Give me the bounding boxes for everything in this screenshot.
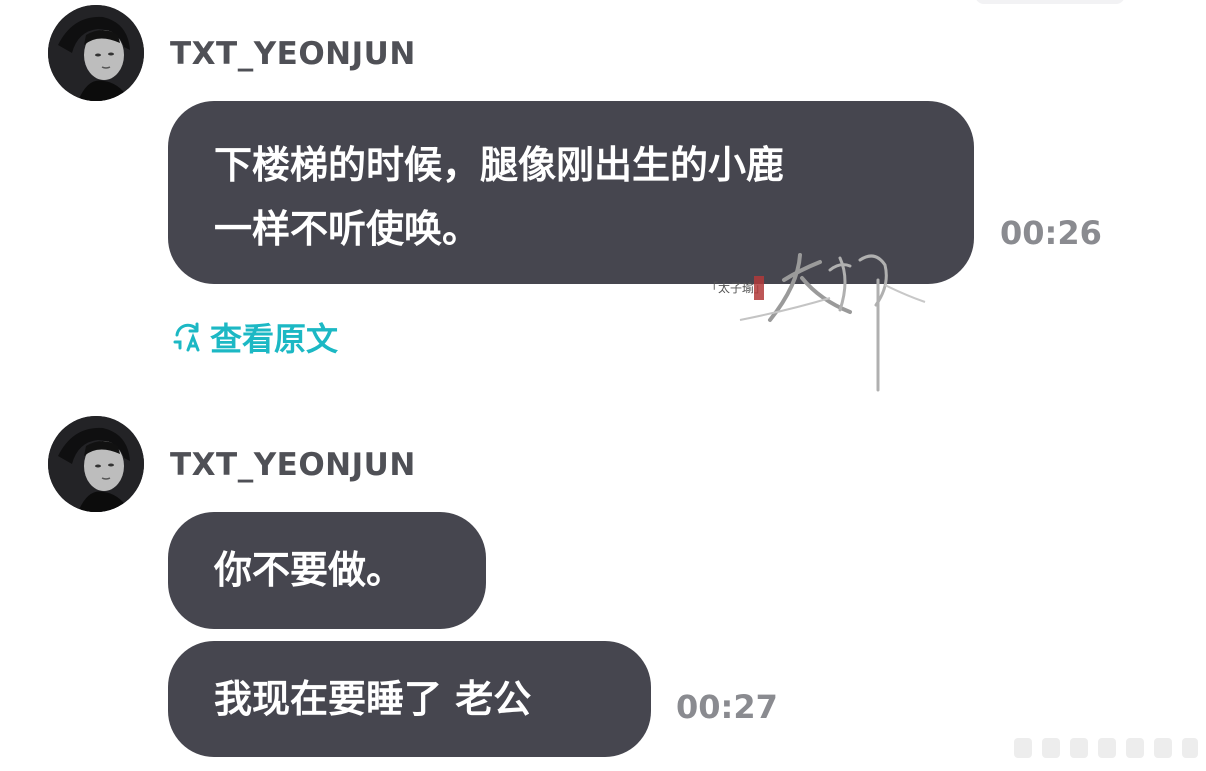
translate-icon [172,321,204,353]
username[interactable]: TXT_YEONJUN [170,36,416,72]
message-line: 你不要做。 [214,548,405,592]
message-bubble[interactable]: 你不要做。 [168,512,486,629]
view-original-label: 查看原文 [210,320,339,358]
avatar[interactable] [48,5,144,101]
message-timestamp: 00:27 [676,688,778,726]
partial-ui-fragment [1012,732,1202,762]
view-original-link[interactable]: 查看原文 [172,314,338,360]
avatar[interactable] [48,416,144,512]
message-timestamp: 00:26 [1000,214,1102,252]
message-line: 一样不听使唤。 [214,207,481,251]
message-line: 我现在要睡了 老公 [214,677,532,721]
message-line: 下楼梯的时候，腿像刚出生的小鹿 [214,143,785,187]
username[interactable]: TXT_YEONJUN [170,447,416,483]
message-bubble[interactable]: 我现在要睡了 老公 [168,641,651,757]
top-partial-element [975,0,1125,4]
message-bubble[interactable]: 下楼梯的时候，腿像刚出生的小鹿 一样不听使唤。 [168,101,974,284]
